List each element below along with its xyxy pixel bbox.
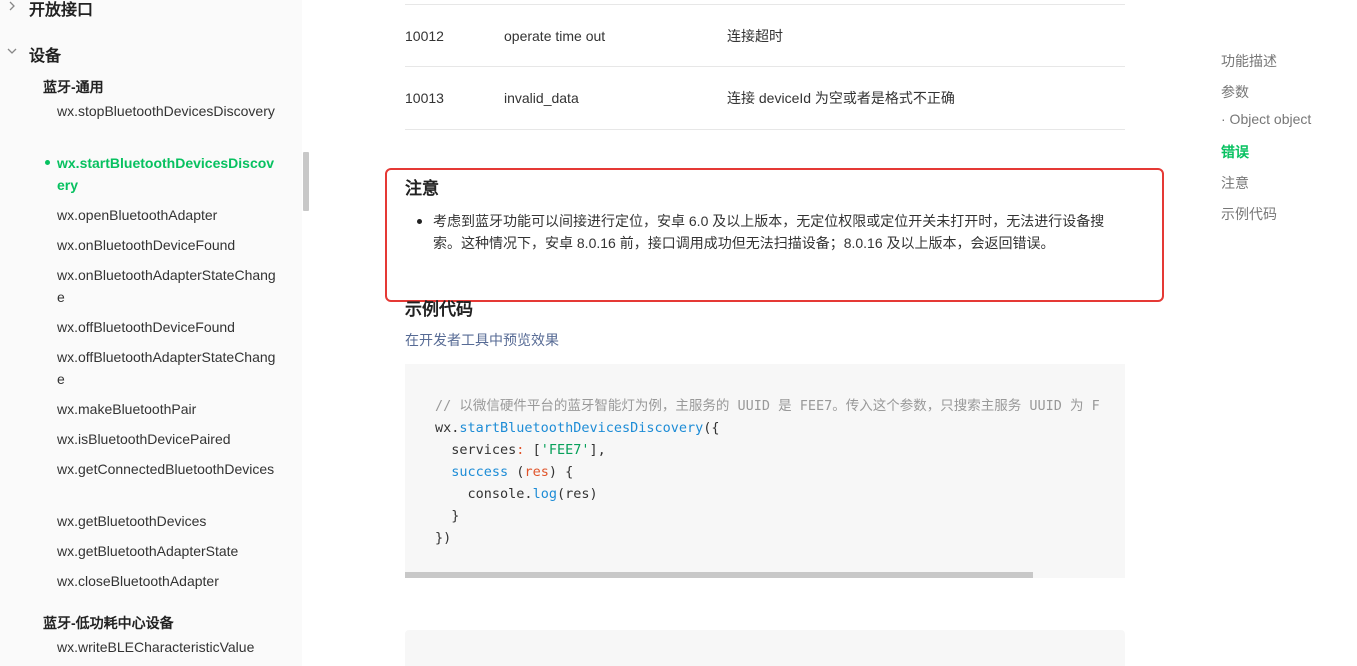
code-close-fn: }	[451, 508, 460, 524]
sidebar-nav: 开放接口 设备 蓝牙-通用 wx.stopBluetoothDevicesDis…	[0, 0, 302, 666]
sidebar-item-start-discovery[interactable]: wx.startBluetoothDevicesDiscovery	[57, 152, 277, 196]
code-log: log	[532, 486, 557, 502]
sidebar-item-open-adapter[interactable]: wx.openBluetoothAdapter	[57, 204, 277, 226]
code-content: // 以微信硬件平台的蓝牙智能灯为例，主服务的 UUID 是 FEE7。传入这个…	[435, 398, 1100, 546]
example-heading: 示例代码	[405, 300, 473, 319]
toc-item-errors[interactable]: 错误	[1221, 142, 1249, 162]
sidebar-item-stop-discovery[interactable]: wx.stopBluetoothDevicesDiscovery	[57, 100, 277, 122]
sidebar-item-make-pair[interactable]: wx.makeBluetoothPair	[57, 398, 277, 420]
error-desc: 连接超时	[727, 28, 783, 44]
error-name: invalid_data	[504, 90, 579, 106]
toc-item-description[interactable]: 功能描述	[1221, 51, 1277, 71]
error-name: operate time out	[504, 28, 606, 44]
sidebar-item-get-adapter-state[interactable]: wx.getBluetoothAdapterState	[57, 540, 277, 562]
highlight-annotation-box	[385, 168, 1164, 302]
code-method: startBluetoothDevicesDiscovery	[459, 420, 704, 436]
table-row: 10013 invalid_data 连接 deviceId 为空或者是格式不正…	[405, 67, 1125, 130]
code-close-call: })	[435, 530, 452, 546]
sidebar-group-ble-central[interactable]: 蓝牙-低功耗中心设备	[43, 613, 174, 633]
code-horizontal-scrollbar[interactable]	[405, 572, 1033, 578]
code-services-key: services	[451, 442, 517, 458]
sidebar-group-bluetooth-general[interactable]: 蓝牙-通用	[43, 77, 104, 97]
error-code: 10012	[405, 28, 444, 44]
table-row: 10012 operate time out 连接超时	[405, 4, 1125, 67]
code-open: ({	[703, 420, 720, 436]
error-desc: 连接 deviceId 为空或者是格式不正确	[727, 90, 955, 106]
code-arg: res	[565, 486, 590, 502]
sidebar-item-off-device-found[interactable]: wx.offBluetoothDeviceFound	[57, 316, 277, 338]
code-console: console	[467, 486, 525, 502]
sidebar-item-close-adapter[interactable]: wx.closeBluetoothAdapter	[57, 570, 277, 592]
sidebar-item-off-adapter-state-change[interactable]: wx.offBluetoothAdapterStateChange	[57, 346, 277, 390]
sidebar-item-get-connected-devices[interactable]: wx.getConnectedBluetoothDevices	[57, 458, 277, 480]
sidebar-section-device[interactable]: 设备	[29, 42, 61, 66]
error-code: 10013	[405, 90, 444, 106]
preview-in-devtools-link[interactable]: 在开发者工具中预览效果	[405, 330, 559, 350]
sidebar-item-get-devices[interactable]: wx.getBluetoothDevices	[57, 510, 277, 532]
toc-item-params[interactable]: 参数	[1221, 82, 1249, 102]
code-success-key: success	[451, 464, 509, 480]
sidebar-item-on-adapter-state-change[interactable]: wx.onBluetoothAdapterStateChange	[57, 264, 277, 308]
code-services-val: 'FEE7'	[540, 442, 590, 458]
chevron-down-icon[interactable]	[6, 45, 18, 57]
toc-item-notes[interactable]: 注意	[1221, 173, 1249, 193]
code-block-second	[405, 630, 1125, 666]
sidebar-item-write-ble-value[interactable]: wx.writeBLECharacteristicValue	[57, 636, 277, 658]
active-dot-icon	[45, 160, 50, 165]
code-obj: wx	[435, 420, 452, 436]
sidebar-item-on-device-found[interactable]: wx.onBluetoothDeviceFound	[57, 234, 277, 256]
sidebar-item-is-paired[interactable]: wx.isBluetoothDevicePaired	[57, 428, 277, 450]
sidebar-scrollbar[interactable]	[303, 152, 309, 211]
code-block[interactable]: // 以微信硬件平台的蓝牙智能灯为例，主服务的 UUID 是 FEE7。传入这个…	[405, 364, 1125, 578]
toc-item-object[interactable]: · Object object	[1221, 111, 1311, 127]
sidebar-section-open-api[interactable]: 开放接口	[29, 0, 93, 20]
code-param: res	[524, 464, 549, 480]
chevron-right-icon[interactable]	[6, 0, 18, 12]
code-comment: // 以微信硬件平台的蓝牙智能灯为例，主服务的 UUID 是 FEE7。传入这个…	[435, 398, 1100, 414]
toc-item-example[interactable]: 示例代码	[1221, 204, 1277, 224]
